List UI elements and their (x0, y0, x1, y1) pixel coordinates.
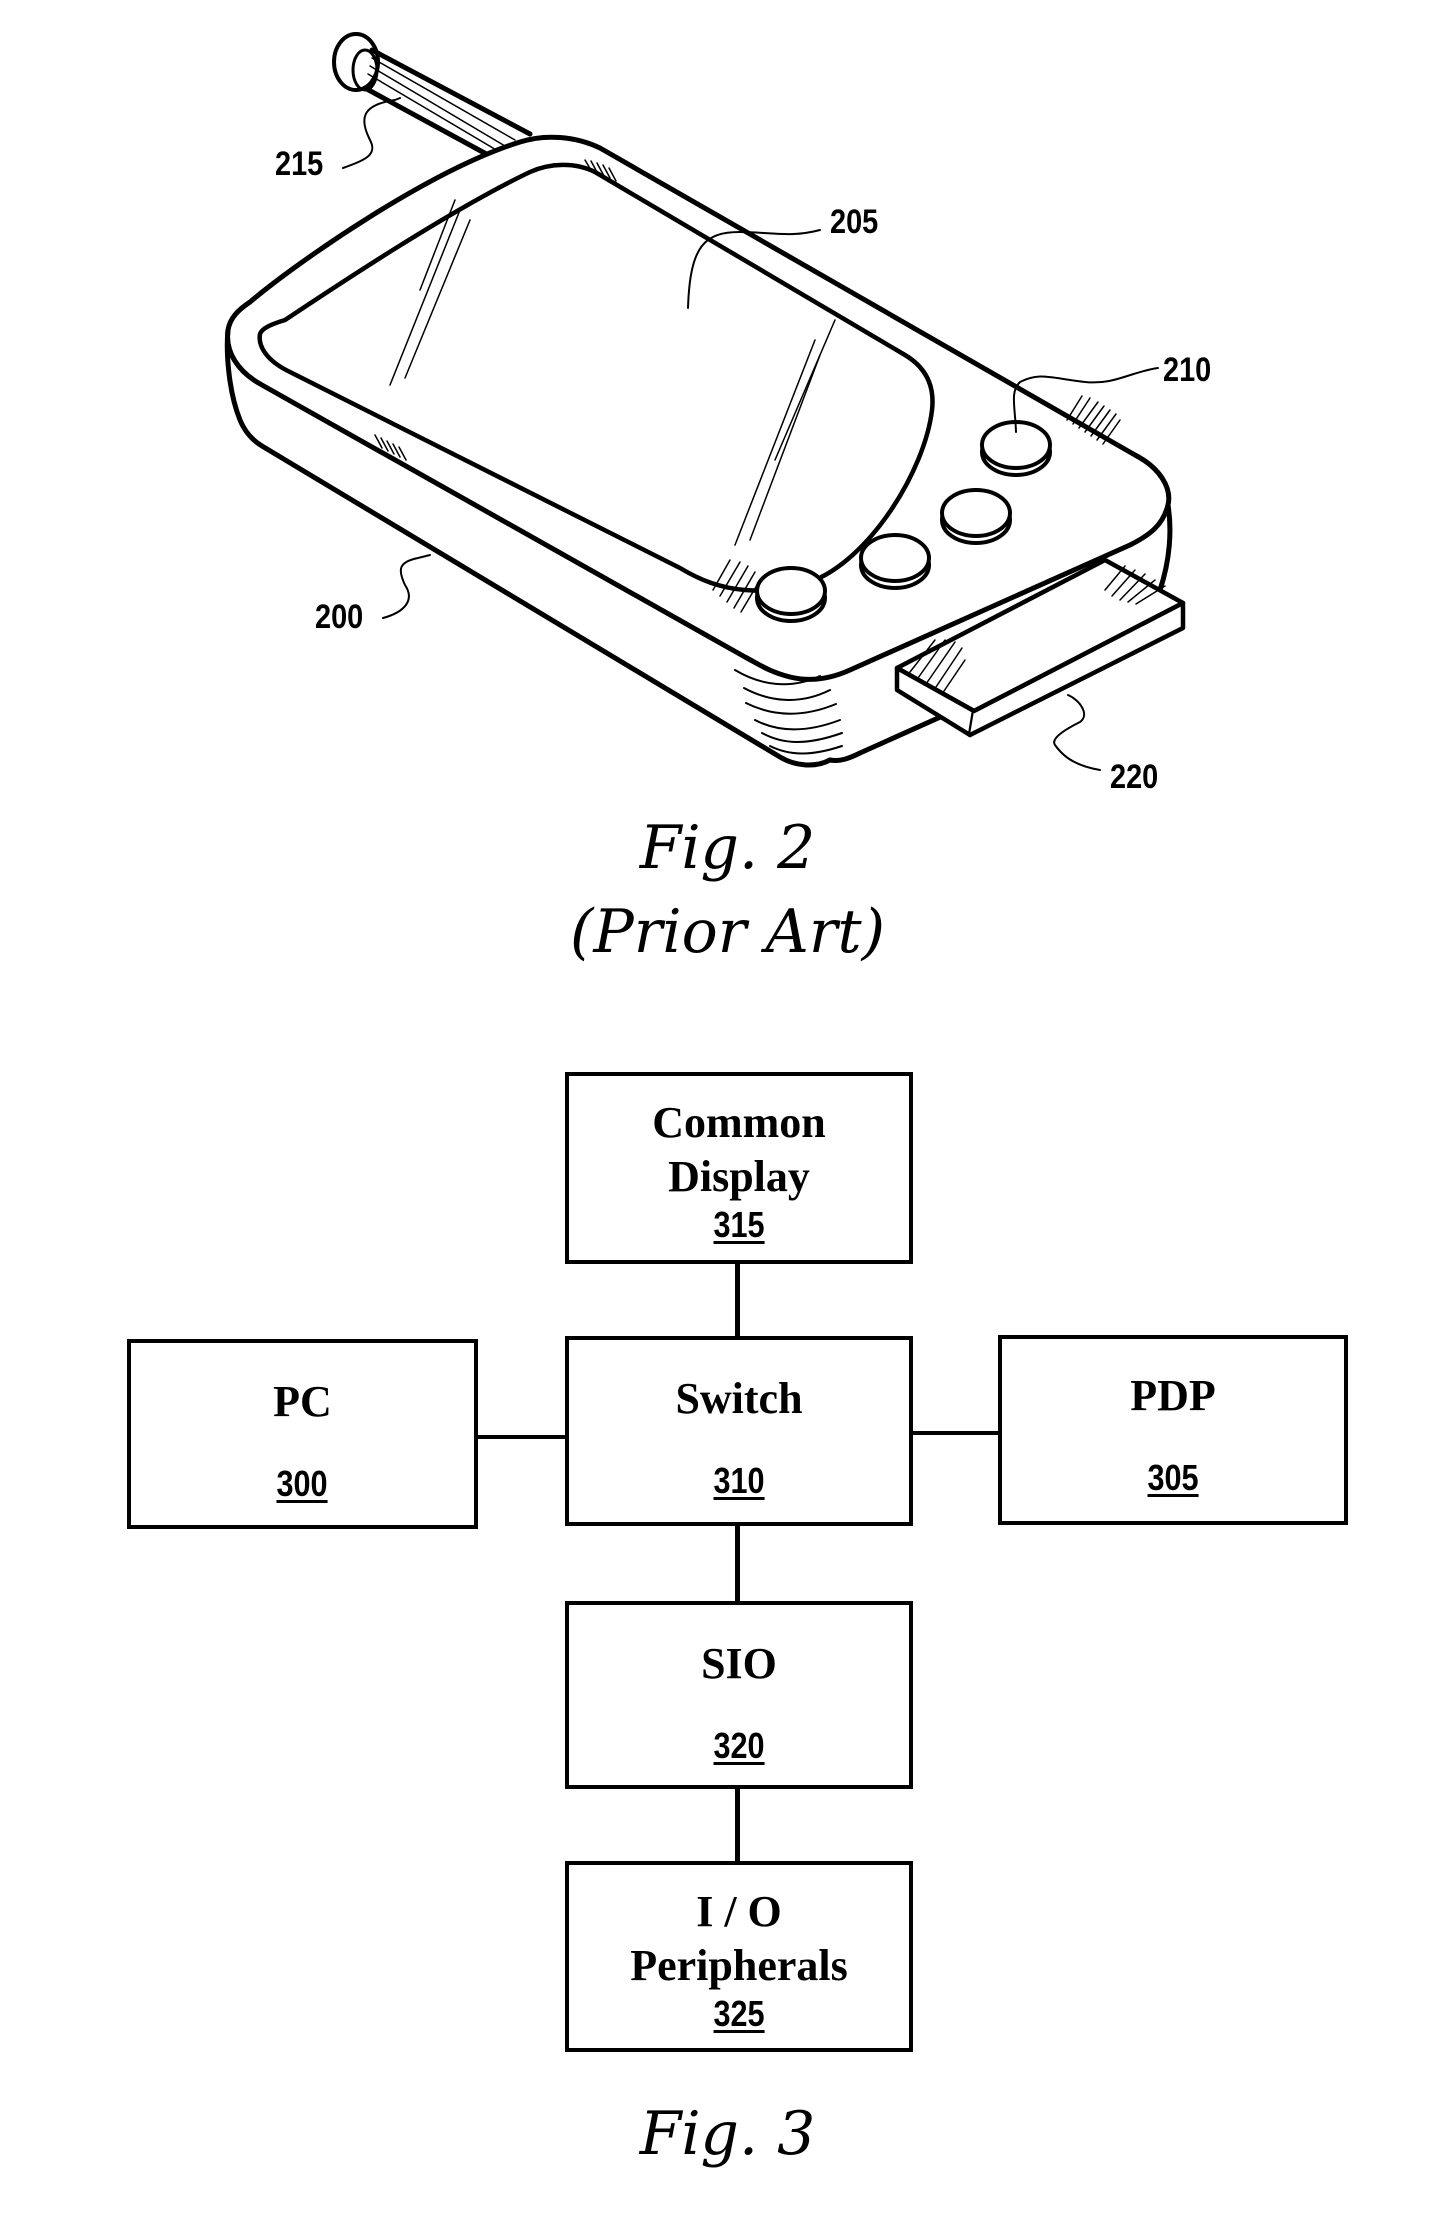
block-title: Switch (675, 1374, 803, 1423)
button-icon (940, 488, 1012, 545)
block-title: I / O (696, 1887, 782, 1936)
block-title: PC (273, 1377, 332, 1426)
block-ref: 305 (1147, 1457, 1199, 1498)
connector-pc-switch (477, 1435, 567, 1439)
block-title: Common (652, 1098, 826, 1147)
connector-switch-pdp (910, 1431, 1000, 1435)
block-ref: 310 (713, 1460, 765, 1501)
ref-label-body: 200 (315, 598, 364, 636)
block-ref: 300 (276, 1463, 329, 1504)
block-ref: 325 (713, 1993, 765, 2034)
block-common-display: Common Display 315 (565, 1072, 913, 1264)
figure-2-caption: Fig. 2 (639, 813, 816, 883)
connector-sio-io (735, 1786, 740, 1864)
button-icon (755, 566, 827, 623)
figure-2-subcaption: (Prior Art) (569, 897, 886, 967)
block-pdp: PDP 305 (998, 1335, 1348, 1525)
figure-3-caption: Fig. 3 (639, 2099, 816, 2169)
ref-label-antenna: 215 (275, 145, 324, 183)
block-io-peripherals: I / O Peripherals 325 (565, 1861, 913, 2052)
block-pc: PC 300 (127, 1339, 478, 1529)
block-sio: SIO 320 (565, 1601, 913, 1789)
ref-label-screen: 205 (830, 203, 879, 241)
block-ref: 320 (713, 1725, 765, 1766)
block-title: PDP (1130, 1371, 1216, 1420)
antenna-icon (332, 32, 533, 159)
block-title: SIO (701, 1639, 777, 1688)
connector-switch-sio (735, 1524, 740, 1604)
block-switch: Switch 310 (565, 1336, 913, 1526)
connector-display-switch (735, 1262, 740, 1338)
block-title: Peripherals (630, 1941, 848, 1990)
button-icon (859, 533, 931, 590)
block-ref: 315 (713, 1204, 765, 1245)
ref-label-button: 210 (1163, 351, 1212, 389)
phone-drawing (224, 32, 1186, 771)
block-title: Display (668, 1152, 810, 1201)
ref-label-card: 220 (1110, 758, 1159, 796)
